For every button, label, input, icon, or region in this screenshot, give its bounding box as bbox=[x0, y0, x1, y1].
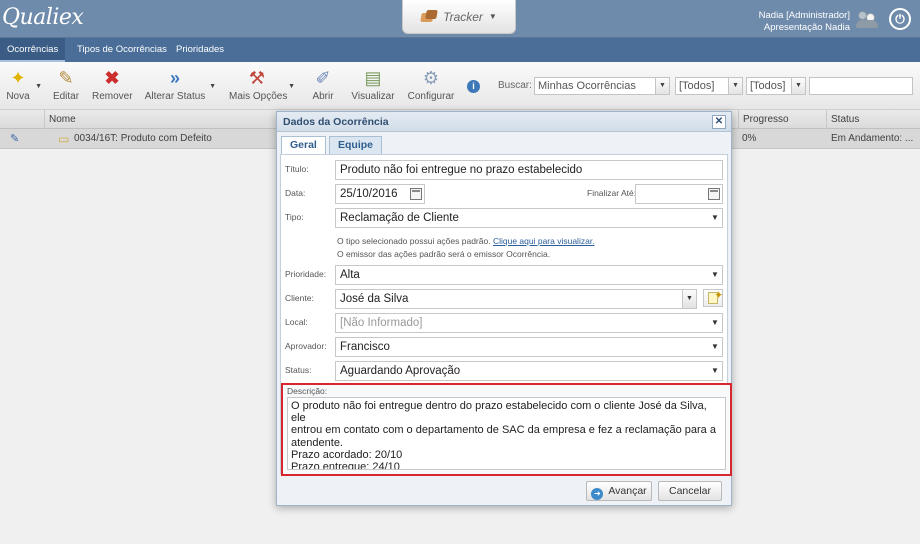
priority-label: Prioridade: bbox=[285, 269, 327, 279]
status-label: Status: bbox=[285, 365, 312, 375]
open-icon: ✐ bbox=[315, 68, 331, 88]
chevron-down-icon: ▼ bbox=[711, 318, 719, 327]
location-select[interactable]: [Não Informado] ▼ bbox=[335, 313, 723, 333]
description-textarea[interactable]: O produto não foi entregue dentro do pra… bbox=[287, 397, 726, 470]
product-switcher[interactable]: Tracker ▼ bbox=[402, 0, 516, 34]
add-client-button[interactable]: ✦ bbox=[703, 289, 723, 307]
approver-label: Aprovador: bbox=[285, 341, 327, 351]
finish-until-input[interactable] bbox=[635, 184, 723, 204]
dialog-title: Dados da Ocorrência bbox=[277, 112, 731, 132]
top-header: Qualiex Tracker ▼ Nadia [Administrador] … bbox=[0, 0, 920, 38]
change-status-button[interactable]: » Alterar Status ▼ bbox=[144, 65, 216, 107]
description-label: Descrição: bbox=[287, 386, 328, 396]
cancel-button[interactable]: Cancelar bbox=[658, 481, 722, 501]
new-document-icon: ✦ bbox=[10, 68, 26, 88]
power-icon[interactable]: ⏻ bbox=[889, 8, 911, 30]
chevron-down-icon: ▼ bbox=[682, 290, 696, 308]
approver-select[interactable]: Francisco ▼ bbox=[335, 337, 723, 357]
forward-icon: » bbox=[169, 68, 180, 88]
title-input[interactable]: Produto não foi entregue no prazo estabe… bbox=[335, 160, 723, 180]
priority-select[interactable]: Alta ▼ bbox=[335, 265, 723, 285]
document-icon: ▤ bbox=[364, 68, 382, 88]
filter-select-2[interactable]: [Todos] ▼ bbox=[675, 77, 743, 95]
user-info[interactable]: Nadia [Administrador] Apresentação Nadia bbox=[759, 10, 850, 34]
chevron-down-icon: ▼ bbox=[488, 12, 497, 21]
tab-tipos-ocorrencias[interactable]: Tipos de Ocorrências bbox=[70, 38, 174, 62]
chevron-down-icon: ▼ bbox=[711, 270, 719, 279]
date-input[interactable]: 25/10/2016 bbox=[335, 184, 425, 204]
chevron-down-icon: ▼ bbox=[791, 78, 805, 94]
finish-until-label: Finalizar Até: bbox=[587, 188, 637, 198]
info-icon[interactable]: i bbox=[467, 80, 480, 93]
status-select[interactable]: Aguardando Aprovação ▼ bbox=[335, 361, 723, 381]
user-context: Apresentação Nadia bbox=[763, 22, 850, 33]
date-label: Data: bbox=[285, 188, 306, 198]
remove-button[interactable]: ✖ Remover bbox=[92, 65, 133, 107]
tracker-icon bbox=[420, 10, 438, 23]
tab-geral[interactable]: Geral bbox=[281, 136, 326, 155]
tab-prioridades[interactable]: Prioridades bbox=[169, 38, 231, 62]
title-label: Título: bbox=[285, 164, 309, 174]
search-filter-select[interactable]: Minhas Ocorrências ▼ bbox=[534, 77, 670, 95]
module-tabs: Ocorrências Tipos de Ocorrências Priorid… bbox=[0, 38, 920, 62]
emitter-hint: O emissor das ações padrão será o emisso… bbox=[337, 249, 551, 259]
location-label: Local: bbox=[285, 317, 308, 327]
gear-icon: ⚙ bbox=[422, 68, 440, 88]
description-section: Descrição: O produto não foi entregue de… bbox=[281, 383, 732, 476]
user-name: Nadia [Administrador] bbox=[758, 10, 850, 21]
remove-icon: ✖ bbox=[104, 68, 120, 88]
view-button[interactable]: ▤ Visualizar bbox=[350, 65, 396, 107]
type-select[interactable]: Reclamação de Cliente ▼ bbox=[335, 208, 723, 228]
calendar-icon[interactable] bbox=[410, 188, 422, 200]
search-label: Buscar: bbox=[498, 80, 532, 91]
chevron-down-icon[interactable]: ▼ bbox=[35, 83, 42, 90]
client-label: Cliente: bbox=[285, 293, 314, 303]
chevron-down-icon: ▼ bbox=[711, 342, 719, 351]
client-select[interactable]: José da Silva ▼ bbox=[335, 289, 697, 309]
open-button[interactable]: ✐ Abrir bbox=[310, 65, 336, 107]
arrow-right-icon: ➜ bbox=[591, 488, 604, 500]
chevron-down-icon: ▼ bbox=[728, 78, 742, 94]
tab-equipe[interactable]: Equipe bbox=[329, 136, 383, 154]
chevron-down-icon: ▼ bbox=[655, 78, 669, 94]
tools-icon: ⚒ bbox=[248, 68, 266, 88]
tab-ocorrencias[interactable]: Ocorrências bbox=[0, 38, 66, 62]
chevron-down-icon[interactable]: ▼ bbox=[288, 83, 295, 90]
type-hint: O tipo selecionado possui ações padrão. … bbox=[337, 236, 595, 246]
chevron-down-icon: ▼ bbox=[711, 213, 719, 222]
product-name: Tracker bbox=[443, 9, 483, 24]
configure-button[interactable]: ⚙ Configurar bbox=[407, 65, 455, 107]
edit-button[interactable]: ✎ Editar bbox=[50, 65, 82, 107]
type-label: Tipo: bbox=[285, 212, 304, 222]
advance-button[interactable]: ➜ Avançar bbox=[586, 481, 652, 501]
new-button[interactable]: ✦ Nova ▼ bbox=[4, 65, 42, 107]
occurrence-dialog: Dados da Ocorrência ✕ Geral Equipe Títul… bbox=[276, 111, 732, 506]
filter-select-3[interactable]: [Todos] ▼ bbox=[746, 77, 806, 95]
chevron-down-icon[interactable]: ▼ bbox=[209, 83, 216, 90]
edit-icon: ✎ bbox=[58, 68, 74, 88]
close-icon[interactable]: ✕ bbox=[712, 115, 726, 129]
search-input[interactable] bbox=[809, 77, 913, 95]
view-default-actions-link[interactable]: Clique aqui para visualizar. bbox=[493, 236, 595, 246]
more-options-button[interactable]: ⚒ Mais Opções ▼ bbox=[229, 65, 295, 107]
chevron-down-icon: ▼ bbox=[711, 366, 719, 375]
app-logo: Qualiex bbox=[2, 5, 84, 30]
calendar-icon[interactable] bbox=[708, 188, 720, 200]
users-icon[interactable] bbox=[856, 10, 878, 28]
